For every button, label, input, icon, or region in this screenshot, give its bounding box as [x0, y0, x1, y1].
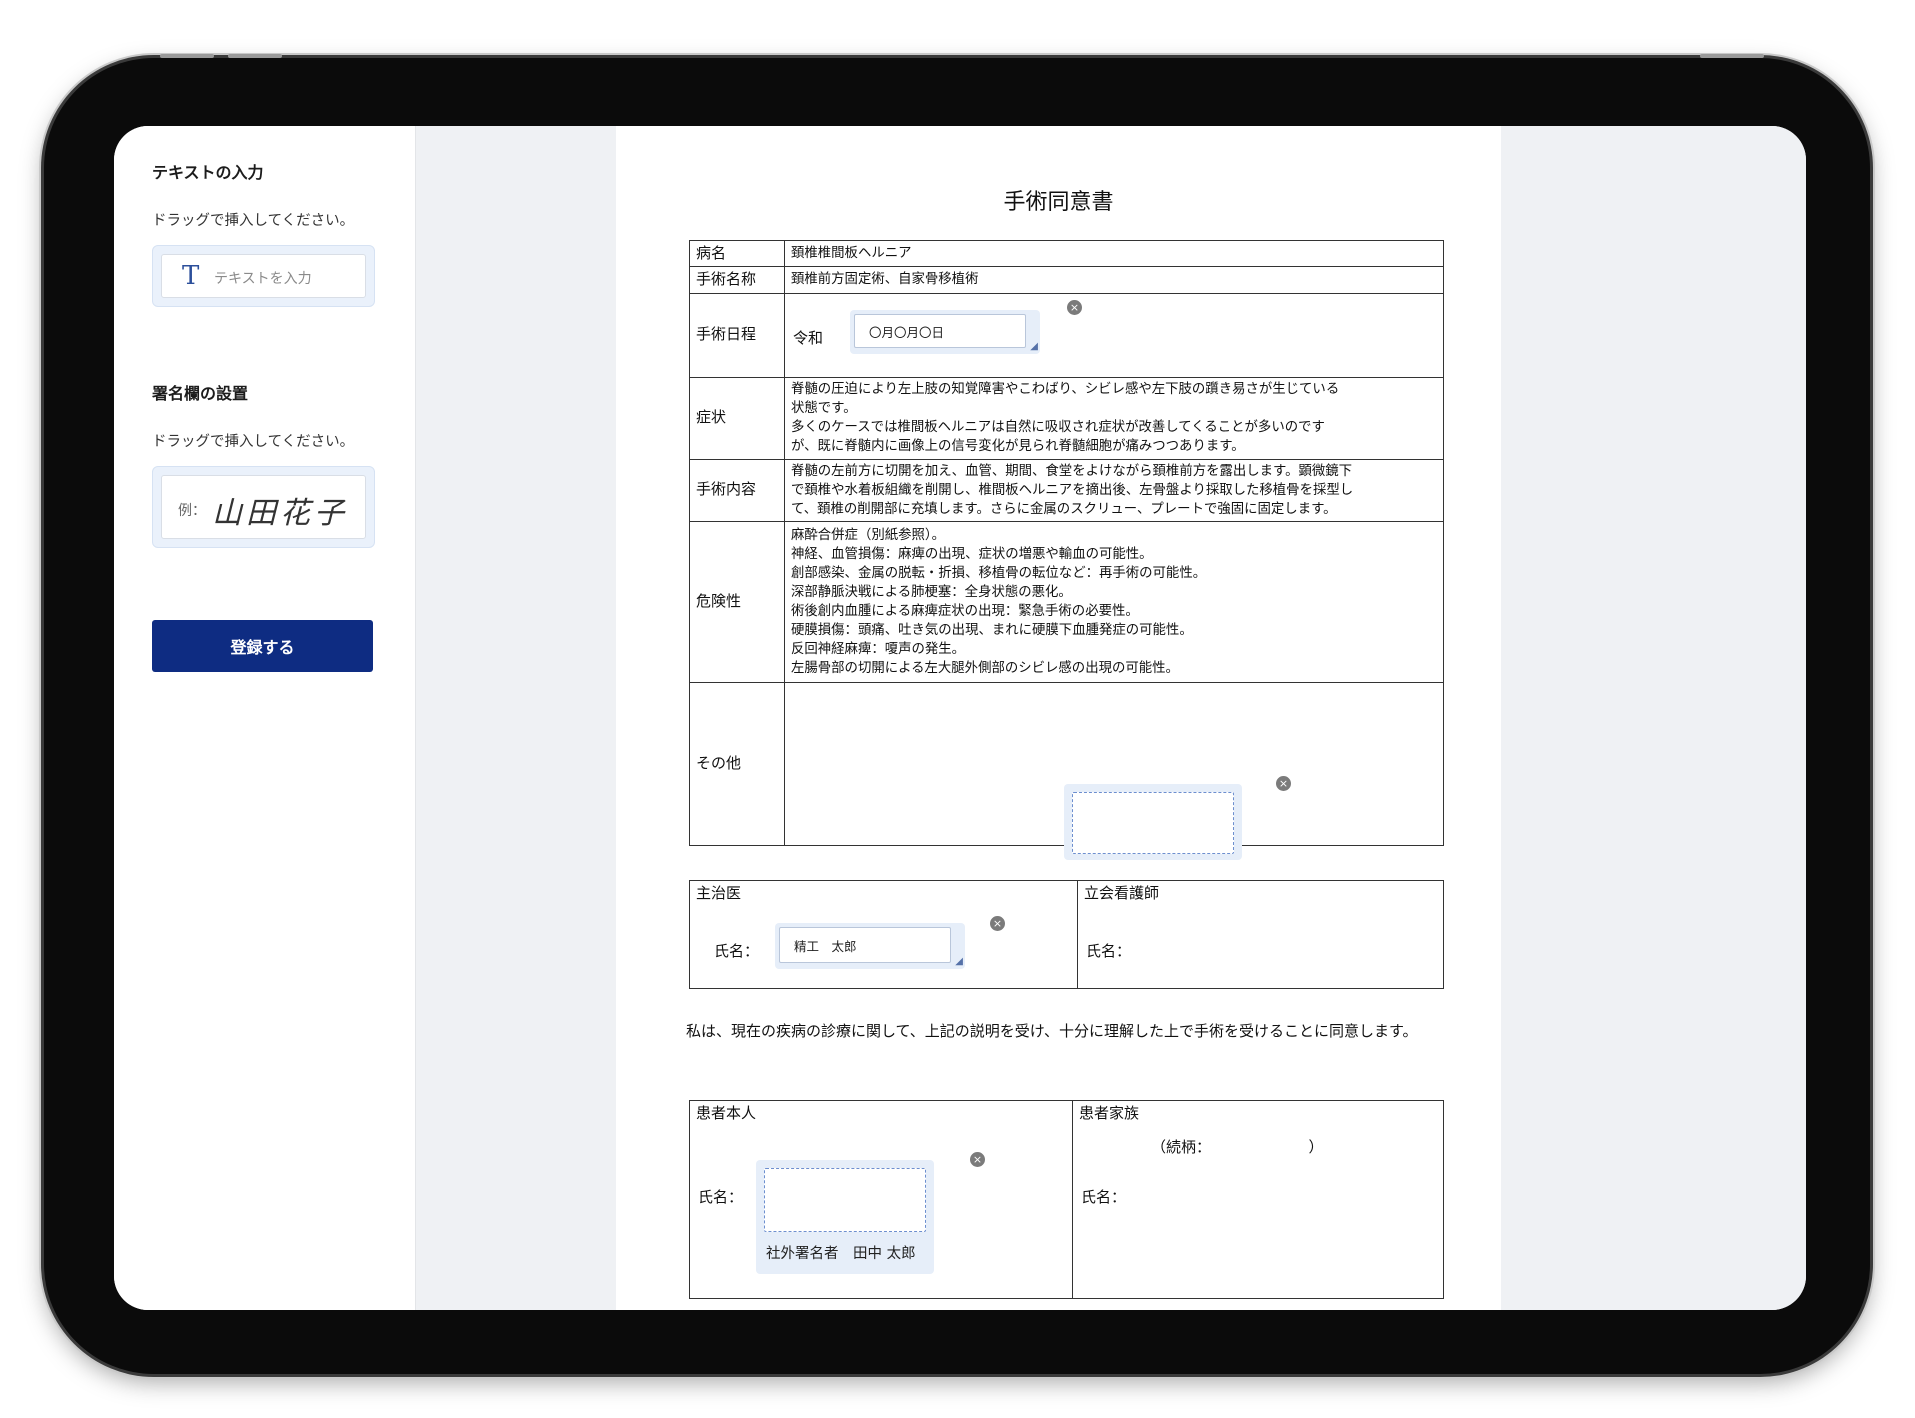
symptom-line: 多くのケースでは椎間板ヘルニアは自然に吸収され症状が改善してくることが多いのです: [791, 420, 1325, 436]
attending-nurse-label: 立会看護師: [1084, 884, 1160, 902]
resize-handle-icon[interactable]: ◢: [1030, 341, 1038, 352]
surgery-info-table: 病名 頚椎椎間板ヘルニア 手術名称 頚椎前方固定術、自家骨移植術 手術日程 令和…: [689, 239, 1444, 846]
row-label-symptoms: 症状: [689, 376, 785, 460]
risk-line: 左腸骨部の切開による左大腿外側部のシビレ感の出現の可能性。: [791, 660, 1179, 676]
symptom-line: 状態です。: [791, 401, 857, 417]
procedure-line: て、頚椎の削開部に充填します。さらに金属のスクリュー、プレートで強固に固定します…: [791, 501, 1337, 517]
document-page: 手術同意書 病名 頚椎椎間板ヘルニア 手術名称 頚椎前方固定術、自家骨移植術 手…: [616, 126, 1501, 1310]
external-signer-caption: 社外署名者 田中 太郎: [766, 1246, 916, 1262]
patient-signature-field[interactable]: [764, 1168, 926, 1232]
table-row: 症状 脊髄の圧迫により左上肢の知覚障害やこわばり、シビレ感や左下肢の躓き易さが生…: [689, 376, 1444, 460]
resize-handle-icon[interactable]: ◢: [955, 956, 963, 967]
patient-signature-field-container[interactable]: 社外署名者 田中 太郎: [756, 1160, 934, 1274]
attending-name-label: 氏名：: [714, 942, 760, 960]
attending-name-field-container[interactable]: 精工 太郎 ◢: [775, 923, 965, 969]
attending-physician-label: 主治医: [696, 884, 742, 902]
document-title: 手術同意書: [1003, 190, 1114, 215]
row-label-surgery-date: 手術日程: [689, 292, 785, 378]
surgery-date-input[interactable]: 〇月〇月〇日: [854, 314, 1026, 348]
other-signature-field[interactable]: [1072, 792, 1234, 854]
procedure-line: 脊髄の左前方に切開を加え、血管、期間、食堂をよけながら頚椎前方を露出します。顕微…: [791, 463, 1353, 479]
document-viewer: 手術同意書 病名 頚椎椎間板ヘルニア 手術名称 頚椎前方固定術、自家骨移植術 手…: [416, 126, 1806, 1310]
app-screen: テキストの入力 ドラッグで挿入してください。 T テキストを入力 署名欄の設置 …: [114, 126, 1806, 1310]
attending-name-input[interactable]: 精工 太郎: [779, 927, 951, 963]
row-value-disease: 頚椎椎間板ヘルニア: [784, 239, 1444, 268]
row-value-symptoms: 脊髄の圧迫により左上肢の知覚障害やこわばり、シビレ感や左下肢の躓き易さが生じてい…: [784, 376, 1444, 460]
date-field-container[interactable]: 〇月〇月〇日 ◢: [850, 310, 1040, 354]
text-section-hint: ドラッグで挿入してください。: [152, 213, 355, 229]
row-label-procedure: 手術内容: [689, 458, 785, 522]
row-value-surgery-name: 頚椎前方固定術、自家骨移植術: [784, 266, 1444, 294]
tool-sidebar: テキストの入力 ドラッグで挿入してください。 T テキストを入力 署名欄の設置 …: [114, 126, 416, 1310]
symptom-line: 脊髄の圧迫により左上肢の知覚障害やこわばり、シビレ感や左下肢の躓き易さが生じてい…: [791, 382, 1340, 398]
table-row: 病名 頚椎椎間板ヘルニア: [689, 239, 1444, 268]
relation-label: （続柄： ）: [1151, 1138, 1324, 1156]
risk-line: 創部感染、金属の脱転・折損、移植骨の転位など：再手術の可能性。: [791, 565, 1207, 581]
table-row: 手術内容 脊髄の左前方に切開を加え、血管、期間、食堂をよけながら頚椎前方を露出し…: [689, 458, 1444, 522]
signature-section-hint: ドラッグで挿入してください。: [152, 434, 355, 450]
text-section-title: テキストの入力: [152, 163, 264, 182]
remove-field-icon[interactable]: ×: [970, 1152, 985, 1167]
row-value-procedure: 脊髄の左前方に切開を加え、血管、期間、食堂をよけながら頚椎前方を露出します。顕微…: [784, 458, 1444, 522]
era-prefix: 令和: [793, 328, 824, 347]
table-row: 手術名称 頚椎前方固定術、自家骨移植術: [689, 266, 1444, 294]
signature-field-tool[interactable]: 例： 山田花子: [152, 466, 375, 548]
row-value-risks: 麻酔合併症（別紙参照）。 神経、血管損傷：麻痺の出現、症状の増悪や輸血の可能性。…: [784, 520, 1444, 683]
family-label: 患者家族: [1079, 1104, 1140, 1122]
row-label-disease: 病名: [689, 239, 785, 268]
risk-line: 術後創内血腫による麻痺症状の出現：緊急手術の必要性。: [791, 603, 1139, 619]
row-label-surgery-name: 手術名称: [689, 266, 785, 294]
symptom-line: が、既に脊髄内に画像上の信号変化が見られ脊髄細胞が痛みつつあります。: [791, 439, 1245, 455]
consent-statement: 私は、現在の疾病の診療に関して、上記の説明を受け、十分に理解した上で手術を受ける…: [686, 1022, 1418, 1040]
attending-nurse-cell: 立会看護師 氏名：: [1077, 880, 1444, 989]
tablet-volume-button: [228, 54, 282, 58]
tablet-power-button: [1700, 54, 1764, 58]
risk-line: 麻酔合併症（別紙参照）。: [791, 527, 945, 543]
tablet-volume-button: [160, 54, 214, 58]
risk-line: 反回神経麻痺：嗄声の発生。: [791, 641, 966, 657]
signature-section-title: 署名欄の設置: [152, 384, 249, 403]
table-row: 危険性 麻酔合併症（別紙参照）。 神経、血管損傷：麻痺の出現、症状の増悪や輸血の…: [689, 520, 1444, 683]
risk-line: 深部静脈決戦による肺梗塞：全身状態の悪化。: [791, 584, 1072, 600]
remove-field-icon[interactable]: ×: [990, 916, 1005, 931]
risk-line: 硬膜損傷：頭痛、吐き気の出現、まれに硬膜下血腫発症の可能性。: [791, 622, 1193, 638]
signature-example-prefix: 例：: [178, 503, 206, 519]
nurse-name-label: 氏名：: [1086, 942, 1132, 960]
remove-field-icon[interactable]: ×: [1276, 776, 1291, 791]
family-name-label: 氏名：: [1081, 1188, 1127, 1206]
procedure-line: で頚椎や水着板組織を削開し、椎間板ヘルニアを摘出後、左骨盤より採取した移植骨を採…: [791, 482, 1354, 498]
patient-name-label: 氏名：: [698, 1188, 744, 1206]
signature-example-name: 山田花子: [212, 496, 348, 531]
row-label-other: その他: [689, 681, 785, 846]
row-label-risks: 危険性: [689, 520, 785, 683]
family-cell: 患者家族 （続柄： ） 氏名：: [1072, 1100, 1444, 1299]
text-input-tool-body[interactable]: T テキストを入力: [161, 254, 366, 298]
register-button[interactable]: 登録する: [152, 620, 373, 672]
text-tool-icon: T: [182, 261, 200, 291]
signature-field-tool-body[interactable]: 例： 山田花子: [161, 475, 366, 539]
patient-label: 患者本人: [696, 1104, 757, 1122]
text-tool-label: テキストを入力: [214, 271, 312, 287]
remove-field-icon[interactable]: ×: [1067, 300, 1082, 315]
risk-line: 神経、血管損傷：麻痺の出現、症状の増悪や輸血の可能性。: [791, 546, 1153, 562]
text-input-tool[interactable]: T テキストを入力: [152, 245, 375, 307]
other-signature-field-container[interactable]: [1064, 784, 1242, 860]
